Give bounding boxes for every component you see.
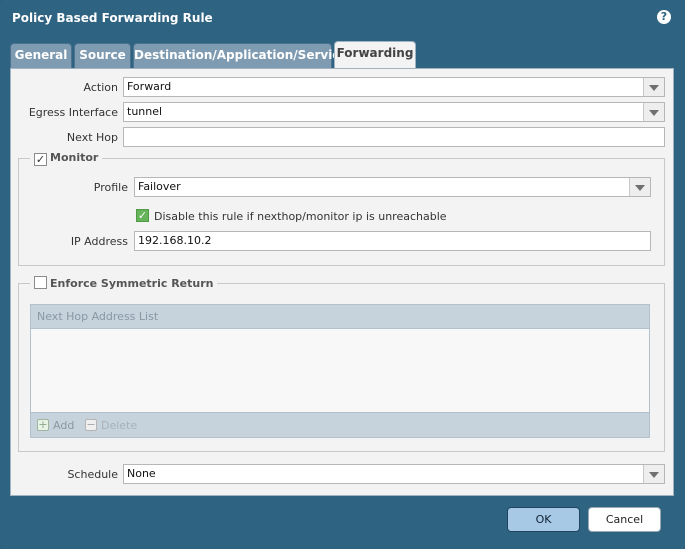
- schedule-value: None: [127, 467, 156, 480]
- dialog-title: Policy Based Forwarding Rule: [12, 11, 213, 25]
- ok-button[interactable]: OK: [507, 507, 580, 532]
- monitor-legend: ✓ Monitor: [30, 151, 103, 166]
- question-icon[interactable]: ?: [657, 10, 671, 24]
- dialog-titlebar: Policy Based Forwarding Rule ?: [0, 0, 685, 38]
- next-hop-address-list: [30, 329, 650, 412]
- cancel-button[interactable]: Cancel: [588, 507, 661, 532]
- next-hop-address-list-title: Next Hop Address List: [37, 310, 159, 323]
- next-hop-label: Next Hop: [66, 131, 118, 144]
- tab-forwarding[interactable]: Forwarding: [334, 41, 416, 69]
- symmetric-return-checkbox[interactable]: [34, 276, 47, 289]
- profile-select[interactable]: Failover: [134, 177, 651, 197]
- next-hop-input[interactable]: [123, 127, 665, 147]
- schedule-label: Schedule: [67, 468, 118, 481]
- disable-rule-checkbox[interactable]: ✓: [136, 209, 149, 222]
- tab-source[interactable]: Source: [74, 43, 131, 68]
- action-value: Forward: [127, 80, 172, 93]
- disable-rule-label: Disable this rule if nexthop/monitor ip …: [154, 210, 447, 223]
- delete-button[interactable]: Delete: [101, 419, 137, 432]
- chevron-down-icon[interactable]: [643, 103, 664, 121]
- tab-source-label: Source: [79, 48, 126, 62]
- monitor-checkbox[interactable]: ✓: [34, 153, 47, 166]
- tab-general-label: General: [14, 48, 68, 62]
- profile-label: Profile: [93, 181, 128, 194]
- add-icon[interactable]: +: [37, 419, 49, 431]
- tab-destination[interactable]: Destination/Application/Service: [133, 43, 348, 68]
- ip-address-input[interactable]: 192.168.10.2: [134, 231, 651, 251]
- delete-icon[interactable]: −: [85, 419, 97, 431]
- schedule-select[interactable]: None: [123, 464, 665, 484]
- tab-general[interactable]: General: [10, 43, 72, 68]
- profile-value: Failover: [138, 180, 181, 193]
- tab-forwarding-label: Forwarding: [336, 46, 414, 60]
- symmetric-return-legend: Enforce Symmetric Return: [30, 276, 218, 290]
- action-select[interactable]: Forward: [123, 77, 665, 97]
- egress-interface-label: Egress Interface: [28, 106, 118, 119]
- ip-address-value: 192.168.10.2: [138, 234, 212, 247]
- monitor-legend-label: Monitor: [50, 151, 99, 164]
- ip-address-label: IP Address: [70, 235, 128, 248]
- egress-interface-value: tunnel: [127, 105, 163, 118]
- chevron-down-icon[interactable]: [643, 465, 664, 483]
- next-hop-address-list-header: Next Hop Address List: [30, 304, 650, 329]
- egress-interface-select[interactable]: tunnel: [123, 102, 665, 122]
- symmetric-return-legend-label: Enforce Symmetric Return: [50, 277, 214, 290]
- action-label: Action: [83, 81, 118, 94]
- add-button[interactable]: Add: [53, 419, 74, 432]
- list-toolbar: + Add − Delete: [30, 412, 650, 438]
- tab-destination-label: Destination/Application/Service: [134, 48, 348, 62]
- chevron-down-icon[interactable]: [629, 178, 650, 196]
- chevron-down-icon[interactable]: [643, 78, 664, 96]
- dialog: Policy Based Forwarding Rule ? General S…: [0, 0, 685, 549]
